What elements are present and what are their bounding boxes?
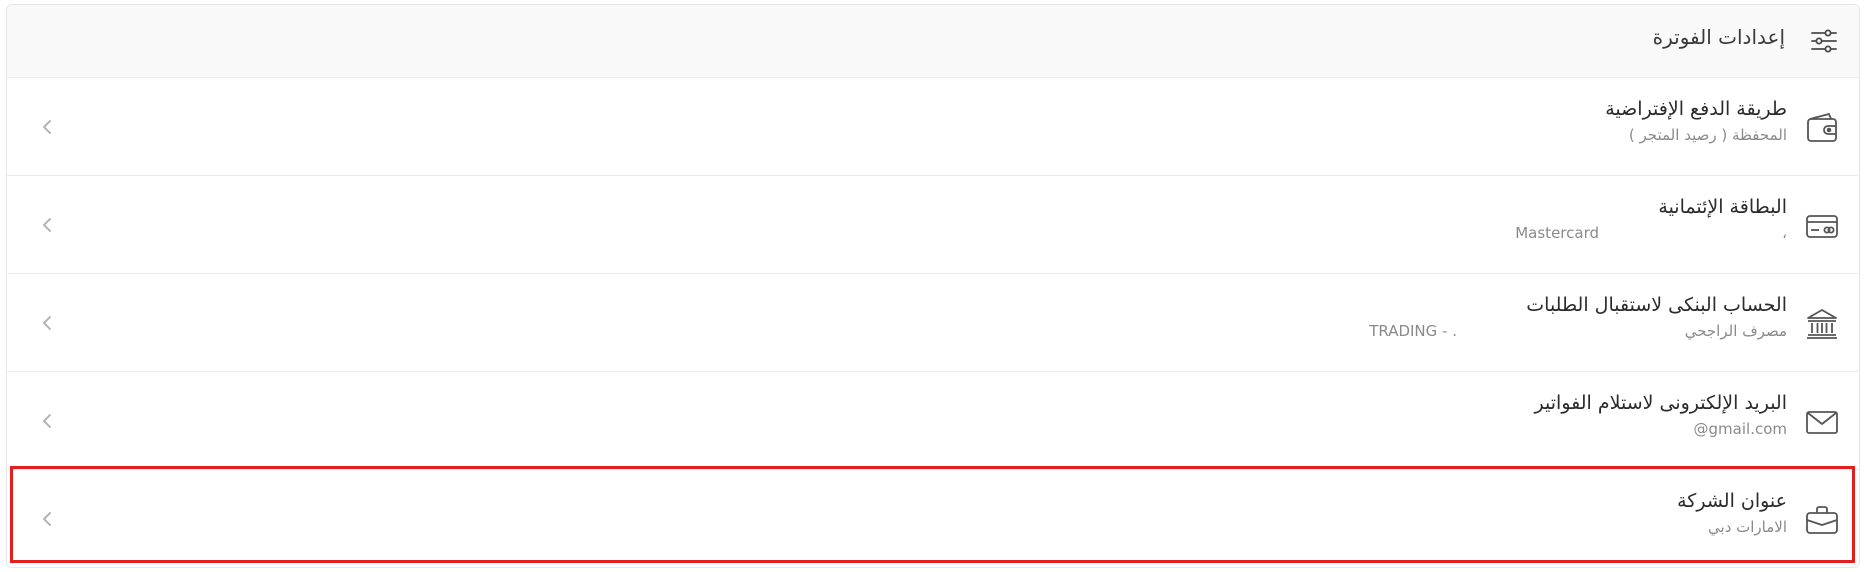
envelope-icon [1805,405,1839,439]
row-subtitle: المحفظة ( رصيد المتجر ) [1628,126,1787,144]
credit-card-row[interactable]: البطاقة الإئتمانية ، Mastercard [7,176,1859,274]
briefcase-icon [1805,503,1839,537]
sliders-icon [1811,29,1837,53]
row-title: البريد الإلكترونى لاستلام الفواتير [1534,392,1787,414]
credit-card-icon [1805,209,1839,243]
chevron-left-icon [41,117,53,137]
billing-settings-header: إعدادات الفوترة [7,5,1859,78]
account-holder: TRADING - . [1369,322,1457,340]
card-brand: Mastercard [1515,224,1599,242]
wallet-icon [1805,111,1839,145]
row-title: البطاقة الإئتمانية [1658,196,1787,218]
bank-account-row[interactable]: الحساب البنكى لاستقبال الطلبات مصرف الرا… [7,274,1859,372]
invoice-email-row[interactable]: البريد الإلكترونى لاستلام الفواتير @gmai… [7,372,1859,470]
row-subtitle: الامارات دبي [1708,518,1787,536]
chevron-left-icon [41,215,53,235]
default-payment-method-row[interactable]: طريقة الدفع الإفتراضية المحفظة ( رصيد ال… [7,78,1859,176]
row-subtitle: @gmail.com [1693,420,1787,438]
chevron-left-icon [41,411,53,431]
row-subtitle: مصرف الراجحي [1684,322,1787,340]
row-title: طريقة الدفع الإفتراضية [1605,98,1787,120]
billing-settings-panel: إعدادات الفوترة طريقة الدفع الإفتراضية ا… [6,4,1860,568]
row-title: عنوان الشركة [1677,490,1787,512]
bank-icon [1805,307,1839,341]
row-subtitle: ، [1782,224,1787,242]
chevron-left-icon [41,313,53,333]
chevron-left-icon [41,509,53,529]
company-address-row[interactable]: عنوان الشركة الامارات دبي [7,470,1859,567]
row-title: الحساب البنكى لاستقبال الطلبات [1526,294,1787,316]
page-title: إعدادات الفوترة [1652,25,1785,49]
